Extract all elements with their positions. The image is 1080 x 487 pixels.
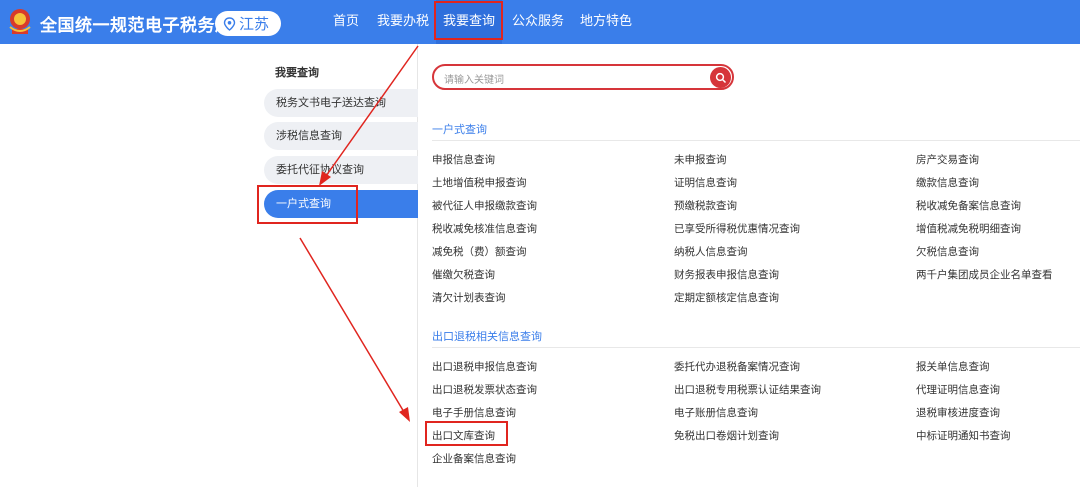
section-divider (432, 347, 1080, 348)
link-vat-relief-detail[interactable]: 增值税减免税明细查询 (916, 221, 1021, 236)
section-title-single-account: 一户式查询 (432, 123, 487, 136)
link-export-refund-declaration[interactable]: 出口退税申报信息查询 (432, 359, 537, 374)
link-special-tax-invoice-auth[interactable]: 出口退税专用税票认证结果查询 (674, 382, 821, 397)
region-selector[interactable]: 江苏 (215, 11, 281, 36)
sidebar-item-document-delivery[interactable]: 税务文书电子送达查询 (264, 89, 418, 117)
link-payment-info[interactable]: 缴款信息查询 (916, 175, 979, 190)
highlight-box-export-library (425, 421, 508, 446)
link-bid-winning-notice[interactable]: 中标证明通知书查询 (916, 428, 1011, 443)
link-arrears-info[interactable]: 欠税信息查询 (916, 244, 979, 259)
link-prepaid-tax[interactable]: 预缴税款查询 (674, 198, 737, 213)
link-taxpayer-info[interactable]: 纳税人信息查询 (674, 244, 748, 259)
link-duty-free-cigarette-plan[interactable]: 免税出口卷烟计划查询 (674, 428, 779, 443)
link-income-tax-preference[interactable]: 已享受所得税优惠情况查询 (674, 221, 800, 236)
sidebar-title: 我要查询 (275, 66, 319, 79)
link-tax-relief-filing[interactable]: 税收减免备案信息查询 (916, 198, 1021, 213)
link-certificate-info[interactable]: 证明信息查询 (674, 175, 737, 190)
link-e-account-book[interactable]: 电子账册信息查询 (674, 405, 758, 420)
section-divider (432, 140, 1080, 141)
link-agency-certificate[interactable]: 代理证明信息查询 (916, 382, 1000, 397)
search-icon (715, 72, 726, 83)
section-title-export-refund: 出口退税相关信息查询 (432, 330, 542, 343)
link-export-invoice-status[interactable]: 出口退税发票状态查询 (432, 382, 537, 397)
link-e-manual[interactable]: 电子手册信息查询 (432, 405, 516, 420)
link-arrears-plan[interactable]: 清欠计划表查询 (432, 290, 506, 305)
link-declaration-info[interactable]: 申报信息查询 (432, 152, 495, 167)
link-land-vat[interactable]: 土地增值税申报查询 (432, 175, 527, 190)
link-group-member-list[interactable]: 两千户集团成员企业名单查看 (916, 267, 1053, 282)
location-pin-icon (223, 16, 236, 31)
link-customs-declaration[interactable]: 报关单信息查询 (916, 359, 990, 374)
link-relief-amount[interactable]: 减免税（费）额查询 (432, 244, 527, 259)
tax-emblem-icon (9, 9, 31, 34)
sidebar-item-tax-info[interactable]: 涉税信息查询 (264, 122, 418, 150)
link-financial-report[interactable]: 财务报表申报信息查询 (674, 267, 779, 282)
link-fixed-quota[interactable]: 定期定额核定信息查询 (674, 290, 779, 305)
nav-local-features[interactable]: 地方特色 (576, 0, 636, 44)
search-box[interactable]: 请输入关键词 (432, 64, 734, 90)
link-entrusted-refund-filing[interactable]: 委托代办退税备案情况查询 (674, 359, 800, 374)
nav-public-services[interactable]: 公众服务 (508, 0, 568, 44)
nav-tax-services[interactable]: 我要办税 (375, 0, 431, 44)
link-undeclared[interactable]: 未申报查询 (674, 152, 727, 167)
link-enterprise-filing[interactable]: 企业备案信息查询 (432, 451, 516, 466)
search-button[interactable] (710, 67, 731, 88)
site-title[interactable]: 全国统一规范电子税务局 (40, 11, 233, 36)
link-agent-payment[interactable]: 被代征人申报缴款查询 (432, 198, 537, 213)
link-tax-relief-approval[interactable]: 税收减免核准信息查询 (432, 221, 537, 236)
highlight-box-sidebar (257, 185, 358, 224)
highlight-box-nav-query (434, 1, 503, 40)
link-arrears-reminder[interactable]: 催缴欠税查询 (432, 267, 495, 282)
link-refund-review-progress[interactable]: 退税审核进度查询 (916, 405, 1000, 420)
sidebar-item-entrust-agreement[interactable]: 委托代征协议查询 (264, 156, 418, 184)
top-navbar: 全国统一规范电子税务局 江苏 首页 我要办税 我要查询 公众服务 地方特色 (0, 0, 1080, 44)
nav-home[interactable]: 首页 (326, 0, 366, 44)
search-input[interactable]: 请输入关键词 (444, 71, 504, 86)
region-label: 江苏 (239, 15, 270, 33)
link-property-trade[interactable]: 房产交易查询 (916, 152, 979, 167)
